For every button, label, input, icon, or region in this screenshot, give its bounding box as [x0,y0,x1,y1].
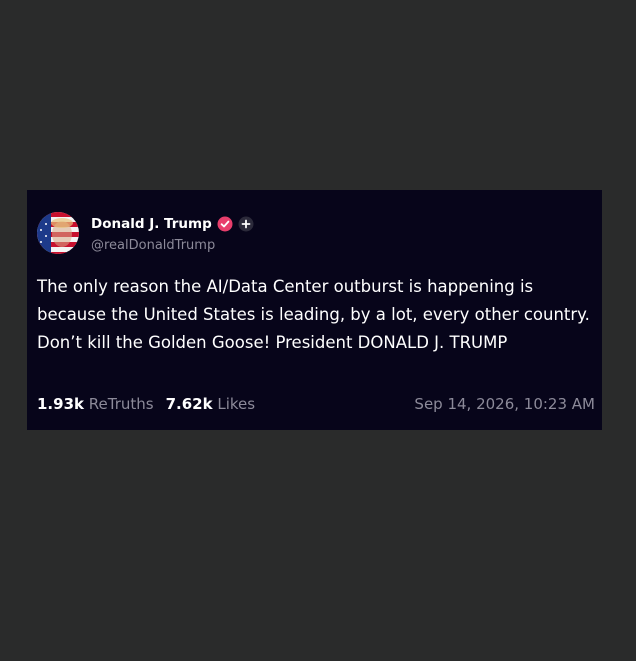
post-text: The only reason the AI/Data Center outbu… [37,277,590,352]
post-timestamp[interactable]: Sep 14, 2026, 10:23 AM [414,395,595,413]
retruths-stat[interactable]: 1.93k ReTruths [37,395,154,413]
plus-icon[interactable] [238,216,254,232]
retruths-count: 1.93k [37,395,84,413]
post-card[interactable]: Donald J. Trump @realDonaldTrump The onl… [27,190,602,430]
likes-stat[interactable]: 7.62k Likes [166,395,256,413]
likes-label: Likes [217,395,256,413]
likes-count: 7.62k [165,395,213,413]
post-stats: 1.93k ReTruths 7.62k Likes [37,395,255,413]
author-display-name[interactable]: Donald J. Trump [91,216,212,232]
author-header: Donald J. Trump [91,216,254,232]
avatar[interactable] [37,212,79,254]
author-handle[interactable]: @realDonaldTrump [91,238,215,253]
verified-badge-icon [217,216,233,232]
retruths-label: ReTruths [88,395,154,413]
